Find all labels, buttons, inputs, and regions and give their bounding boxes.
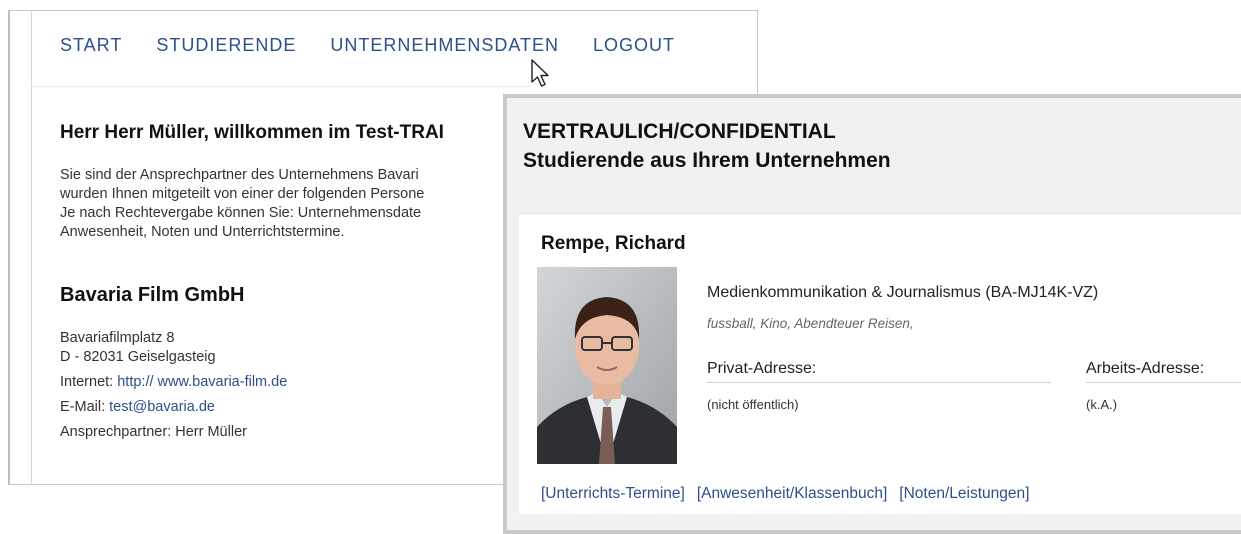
company-contact: Ansprechpartner: Herr Müller <box>60 424 247 440</box>
nav-logout[interactable]: LOGOUT <box>593 35 675 56</box>
work-address-value: (k.A.) <box>1086 397 1118 412</box>
link-unterrichts-termine[interactable]: [Unterrichts-Termine] <box>541 485 685 503</box>
company-street: Bavariafilmplatz 8 <box>60 330 175 346</box>
student-photo <box>537 267 677 464</box>
welcome-line: wurden Ihnen mitgeteilt von einer der fo… <box>60 186 425 202</box>
student-links: [Unterrichts-Termine] [Anwesenheit/Klass… <box>541 485 1029 503</box>
panel-title: VERTRAULICH/CONFIDENTIAL Studierende aus… <box>523 117 891 175</box>
student-hobbies: fussball, Kino, Abendteuer Reisen, <box>707 316 914 331</box>
header-divider <box>31 86 531 87</box>
welcome-text: Sie sind der Ansprechpartner des Unterne… <box>60 166 530 242</box>
left-border-line <box>31 11 32 484</box>
welcome-line: Je nach Rechtevergabe können Sie: Untern… <box>60 205 422 221</box>
private-address-label: Privat-Adresse: <box>707 360 1051 383</box>
email-link[interactable]: test@bavaria.de <box>109 399 215 415</box>
nav-studierende[interactable]: STUDIERENDE <box>156 35 296 56</box>
students-heading: Studierende aus Ihrem Unternehmen <box>523 149 891 172</box>
email-label: E-Mail: <box>60 399 106 415</box>
main-nav: START STUDIERENDE UNTERNEHMENSDATEN LOGO… <box>60 35 675 56</box>
welcome-line: Sie sind der Ansprechpartner des Unterne… <box>60 167 419 183</box>
student-panel: VERTRAULICH/CONFIDENTIAL Studierende aus… <box>503 94 1241 534</box>
internet-link[interactable]: http:// www.bavaria-film.de <box>117 374 287 390</box>
student-card: Rempe, Richard Medienkommunikation & Jou… <box>519 213 1241 514</box>
company-info: Bavariafilmplatz 8 D - 82031 Geiselgaste… <box>60 329 287 442</box>
welcome-heading: Herr Herr Müller, willkommen im Test-TRA… <box>60 122 444 143</box>
company-email: E-Mail: test@bavaria.de <box>60 398 287 417</box>
link-noten[interactable]: [Noten/Leistungen] <box>899 485 1029 503</box>
welcome-line: Anwesenheit, Noten und Unterrichtstermin… <box>60 224 345 240</box>
student-name: Rempe, Richard <box>541 233 686 254</box>
link-anwesenheit[interactable]: [Anwesenheit/Klassenbuch] <box>697 485 887 503</box>
study-program: Medienkommunikation & Journalismus (BA-M… <box>707 284 1099 301</box>
confidential-heading: VERTRAULICH/CONFIDENTIAL <box>523 120 836 143</box>
company-city: D - 82031 Geiselgasteig <box>60 349 216 365</box>
nav-unternehmensdaten[interactable]: UNTERNEHMENSDATEN <box>330 35 559 56</box>
work-address-label: Arbeits-Adresse: <box>1086 360 1241 383</box>
company-name: Bavaria Film GmbH <box>60 284 245 306</box>
company-internet: Internet: http:// www.bavaria-film.de <box>60 373 287 392</box>
mouse-pointer-icon <box>531 59 549 87</box>
private-address-value: (nicht öffentlich) <box>707 397 799 412</box>
internet-label: Internet: <box>60 374 114 390</box>
nav-start[interactable]: START <box>60 35 122 56</box>
